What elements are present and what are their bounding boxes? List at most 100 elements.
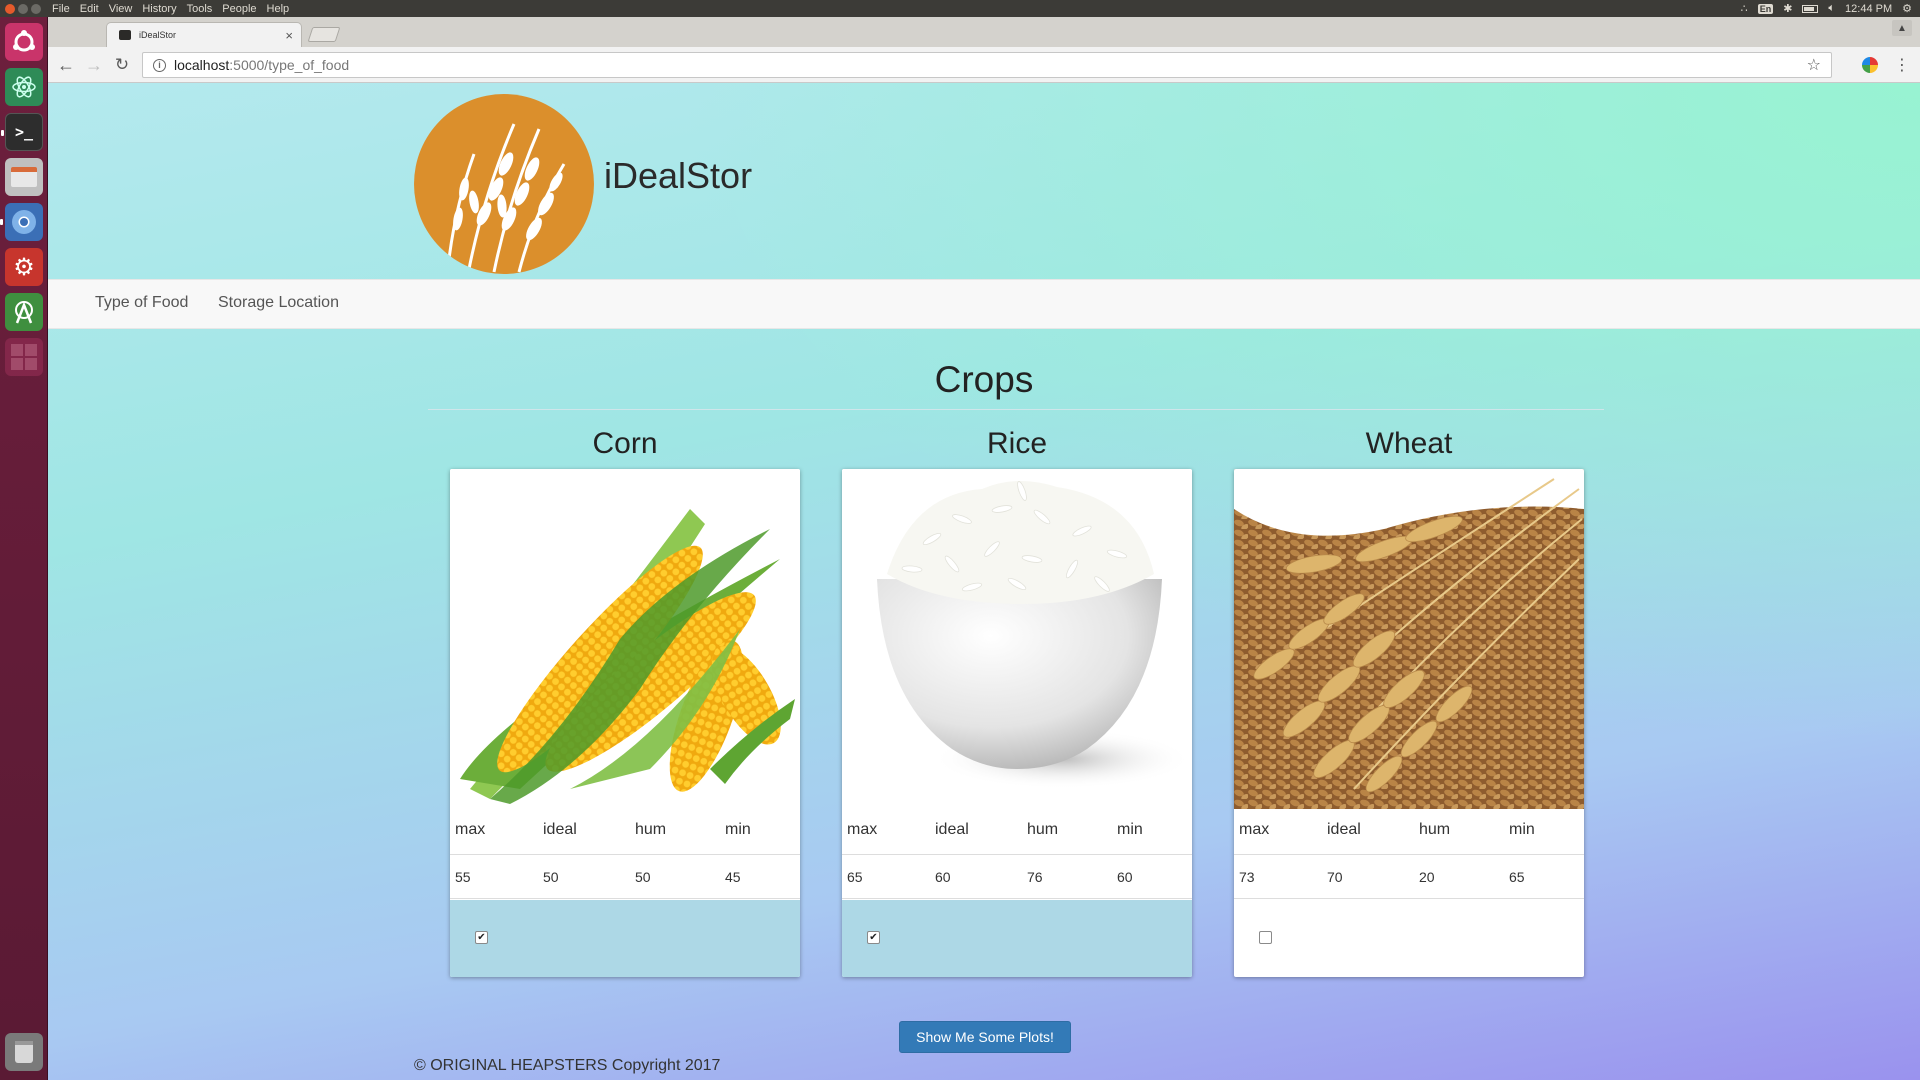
extension-icon[interactable] xyxy=(1862,57,1878,73)
app-menu-bar: File Edit View History Tools People Help xyxy=(52,3,289,15)
bookmark-star-icon[interactable]: ☆ xyxy=(1807,55,1821,75)
window-maximize-button[interactable] xyxy=(31,3,41,14)
wheat-logo-icon xyxy=(414,94,594,274)
clock[interactable]: 12:44 PM xyxy=(1845,3,1892,15)
crop-title-corn: Corn xyxy=(592,427,658,460)
trash-icon[interactable] xyxy=(5,1033,43,1071)
wheat-image xyxy=(1234,469,1584,809)
value-max: 55 xyxy=(455,869,471,885)
site-navbar: Type of Food Storage Location xyxy=(48,279,1920,329)
workspace-switcher-icon[interactable] xyxy=(5,338,43,376)
page-viewport: iDealStor Type of Food Storage Location … xyxy=(48,83,1920,1080)
nav-link-type-of-food[interactable]: Type of Food xyxy=(95,294,188,312)
col-min: min xyxy=(1509,821,1535,838)
col-max: max xyxy=(455,821,486,838)
select-checkbox-rice[interactable]: ✔ xyxy=(867,931,880,944)
window-minimize-button[interactable] xyxy=(18,3,28,14)
rice-image xyxy=(842,469,1192,809)
value-max: 65 xyxy=(847,869,863,885)
value-max: 73 xyxy=(1239,869,1255,885)
value-hum: 50 xyxy=(635,869,651,885)
col-min: min xyxy=(725,821,751,838)
crop-title-rice: Rice xyxy=(986,427,1047,460)
value-ideal: 60 xyxy=(935,869,951,885)
nav-link-storage-location[interactable]: Storage Location xyxy=(218,294,339,312)
crop-title-wheat: Wheat xyxy=(1365,427,1453,460)
atom-editor-icon[interactable] xyxy=(5,68,43,106)
tab-close-icon[interactable]: × xyxy=(285,28,293,43)
back-arrow-icon[interactable]: ← xyxy=(56,55,76,75)
col-hum: hum xyxy=(1419,821,1451,838)
menu-file[interactable]: File xyxy=(52,3,70,15)
bluetooth-icon[interactable]: ✱ xyxy=(1783,2,1792,15)
ubuntu-dash-icon[interactable] xyxy=(5,23,43,61)
browser-toolbar: ← → ↻ i localhost :5000/type_of_food ☆ ⋮ xyxy=(48,47,1920,83)
forward-arrow-icon[interactable]: → xyxy=(84,55,104,75)
files-icon[interactable] xyxy=(5,158,43,196)
title-divider xyxy=(428,409,1604,410)
card-header-row: max ideal hum min xyxy=(450,821,800,855)
col-ideal: ideal xyxy=(1327,821,1361,838)
battery-icon[interactable] xyxy=(1802,4,1819,13)
page-footer: © ORIGINAL HEAPSTERS Copyright 2017 xyxy=(414,1057,721,1074)
crop-card-corn: max ideal hum min 55 50 50 45 ✔ xyxy=(450,469,800,977)
new-tab-button[interactable] xyxy=(307,27,341,42)
tab-title: iDealStor xyxy=(139,30,177,40)
system-settings-icon[interactable]: ⚙ xyxy=(5,248,43,286)
window-controls xyxy=(0,3,52,14)
corn-image xyxy=(450,469,800,809)
tab-favicon-icon xyxy=(119,30,131,40)
window-close-button[interactable] xyxy=(5,3,15,14)
value-min: 65 xyxy=(1509,869,1525,885)
crop-card-rice: max ideal hum min 65 60 76 60 ✔ xyxy=(842,469,1192,977)
site-header: iDealStor xyxy=(48,83,1920,279)
card-select-row: ✔ xyxy=(842,900,1192,977)
col-hum: hum xyxy=(635,821,667,838)
unity-launcher: >_ ⚙ xyxy=(0,17,48,1080)
reload-icon[interactable]: ↻ xyxy=(112,55,132,75)
col-max: max xyxy=(847,821,878,838)
col-min: min xyxy=(1117,821,1143,838)
address-bar[interactable]: i localhost :5000/type_of_food ☆ xyxy=(142,52,1832,78)
col-ideal: ideal xyxy=(935,821,969,838)
value-ideal: 70 xyxy=(1327,869,1343,885)
terminal-icon[interactable]: >_ xyxy=(1,113,43,151)
browser-tab[interactable]: iDealStor × xyxy=(106,22,302,47)
chromium-browser-icon[interactable] xyxy=(0,203,43,241)
section-title: Crops xyxy=(934,359,1034,400)
card-header-row: max ideal hum min xyxy=(1234,821,1584,855)
volume-icon[interactable]: 🔈︎ xyxy=(1828,2,1835,15)
keyboard-layout-indicator[interactable]: En xyxy=(1757,3,1774,14)
wifi-icon[interactable]: ∴ xyxy=(1741,2,1748,15)
card-values-row: 65 60 76 60 xyxy=(842,856,1192,899)
select-checkbox-wheat[interactable] xyxy=(1259,931,1272,944)
menu-people[interactable]: People xyxy=(222,3,256,15)
menu-edit[interactable]: Edit xyxy=(80,3,99,15)
profile-icon[interactable]: ▲ xyxy=(1892,20,1912,36)
menu-help[interactable]: Help xyxy=(267,3,290,15)
menu-history[interactable]: History xyxy=(142,3,176,15)
col-ideal: ideal xyxy=(543,821,577,838)
value-min: 60 xyxy=(1117,869,1133,885)
crop-card-wheat: max ideal hum min 73 70 20 65 xyxy=(1234,469,1584,977)
show-plots-button[interactable]: Show Me Some Plots! xyxy=(899,1021,1071,1053)
menu-view[interactable]: View xyxy=(109,3,133,15)
menu-tools[interactable]: Tools xyxy=(187,3,213,15)
value-hum: 20 xyxy=(1419,869,1435,885)
card-header-row: max ideal hum min xyxy=(842,821,1192,855)
site-info-icon[interactable]: i xyxy=(153,58,166,72)
url-host: localhost xyxy=(174,57,230,73)
value-hum: 76 xyxy=(1027,869,1043,885)
system-indicators: ∴ En ✱ 🔈︎ 12:44 PM ⚙ xyxy=(1741,2,1920,15)
browser-menu-icon[interactable]: ⋮ xyxy=(1894,55,1910,75)
settings-gear-icon[interactable]: ⚙ xyxy=(1902,2,1912,15)
select-checkbox-corn[interactable]: ✔ xyxy=(475,931,488,944)
browser-tab-strip: iDealStor × ▲ xyxy=(48,17,1920,47)
card-values-row: 73 70 20 65 xyxy=(1234,856,1584,899)
site-brand-title[interactable]: iDealStor xyxy=(604,155,752,197)
col-hum: hum xyxy=(1027,821,1059,838)
card-values-row: 55 50 50 45 xyxy=(450,856,800,899)
android-studio-icon[interactable] xyxy=(5,293,43,331)
value-ideal: 50 xyxy=(543,869,559,885)
card-select-row: ✔ xyxy=(450,900,800,977)
